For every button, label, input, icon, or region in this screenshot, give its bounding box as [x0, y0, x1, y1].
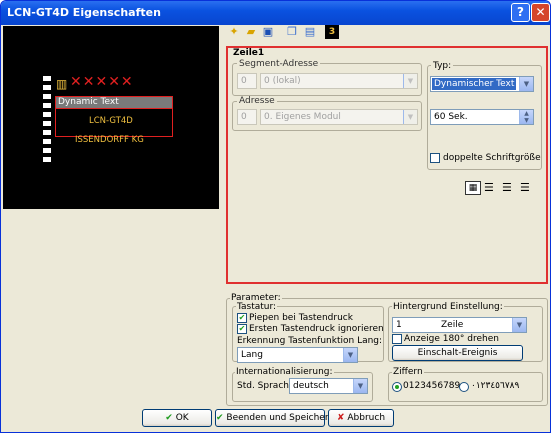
cancel-button[interactable]: ✘ Abbruch: [328, 409, 394, 427]
copy-icon[interactable]: ❐: [285, 25, 299, 39]
ok-button[interactable]: ✔ OK: [142, 409, 212, 427]
drehen-checkbox[interactable]: [392, 334, 402, 344]
piepen-checkbox[interactable]: ✔: [237, 313, 247, 323]
align-center-icon[interactable]: ☰: [502, 181, 516, 195]
typ-select[interactable]: Dynamischer Text ▼: [430, 76, 534, 92]
align-right-icon[interactable]: ☰: [520, 181, 534, 195]
ziffern-latin-radio[interactable]: [392, 382, 402, 392]
piepen-label: Piepen bei Tastendruck: [249, 313, 353, 323]
check-icon: ✔: [165, 413, 173, 423]
save-icon[interactable]: ▣: [261, 25, 275, 39]
intl-label: Internationalisierung:: [235, 367, 334, 377]
align-left-icon[interactable]: ☰: [484, 181, 498, 195]
adresse-num-field[interactable]: 0: [237, 109, 257, 125]
zeile-title: Zeile1: [233, 48, 265, 58]
align-color-icon[interactable]: ▦: [465, 181, 481, 195]
ziffern-label: Ziffern: [392, 367, 424, 377]
sprache-select[interactable]: deutsch ▼: [289, 378, 368, 394]
signal-icon: ▥: [56, 77, 68, 91]
duration-spinner[interactable]: 60 Sek. ▲ ▼: [430, 109, 534, 125]
tastatur-label: Tastatur:: [236, 302, 278, 312]
double-font-checkbox[interactable]: [430, 153, 440, 163]
ziffern-latin-label: 0123456789: [403, 381, 461, 391]
help-button[interactable]: ?: [511, 3, 530, 22]
title-bar: LCN-GT4D Eigenschaften ? ✕: [1, 1, 550, 25]
new-icon[interactable]: ✦: [227, 25, 241, 39]
ziffern-arabic-label: ٠١٢٣٤٥٦٧٨٩: [471, 381, 520, 391]
preview-selected-row[interactable]: Dynamic Text: [55, 96, 173, 109]
status-marks: ✕✕✕✕✕: [70, 74, 134, 90]
preview-row-3: ISSENDORFF KG: [75, 135, 144, 145]
close-button[interactable]: ✕: [531, 3, 550, 22]
double-font-label: doppelte Schriftgröße: [443, 153, 541, 163]
sprache-label: Std. Sprache: [237, 381, 295, 391]
cross-icon: ✘: [336, 413, 345, 423]
scroll-stripe: [43, 76, 51, 166]
hintergrund-label: Hintergrund Einstellung:: [392, 302, 504, 312]
open-icon[interactable]: ▰: [244, 25, 258, 39]
dialog-window: LCN-GT4D Eigenschaften ? ✕ ▥ ✕✕✕✕✕ Dynam…: [0, 0, 551, 433]
adresse-select[interactable]: 0. Eigenes Modul ▼: [260, 109, 418, 125]
einschalt-button[interactable]: Einschalt-Ereignis: [392, 345, 523, 361]
preview-row-2: LCN-GT4D: [89, 116, 133, 126]
erkennung-label: Erkennung Tastenfunktion Lang:: [237, 336, 383, 346]
zeile-select[interactable]: 1 Zeile ▼: [392, 317, 527, 333]
erkennung-select[interactable]: Lang ▼: [237, 347, 358, 363]
display-preview[interactable]: ▥ ✕✕✕✕✕ Dynamic Text LCN-GT4D ISSENDORFF…: [3, 26, 219, 209]
save-exit-button[interactable]: ✔ Beenden und Speichern: [215, 409, 334, 427]
paste-icon[interactable]: ▤: [303, 25, 317, 39]
check-icon: ✔: [216, 413, 224, 423]
ziffern-arabic-radio[interactable]: [459, 382, 469, 392]
number-icon[interactable]: 3: [325, 25, 339, 39]
segment-num-field[interactable]: 0: [237, 73, 257, 89]
typ-label: Typ:: [431, 61, 454, 71]
window-title: LCN-GT4D Eigenschaften: [7, 6, 161, 19]
segment-select[interactable]: 0 (lokal) ▼: [260, 73, 418, 89]
drehen-label: Anzeige 180° drehen: [404, 334, 499, 344]
ersten-label: Ersten Tastendruck ignorieren: [249, 324, 384, 334]
segment-label: Segment-Adresse: [237, 59, 321, 69]
adresse-label: Adresse: [237, 96, 277, 106]
ersten-checkbox[interactable]: ✔: [237, 324, 247, 334]
